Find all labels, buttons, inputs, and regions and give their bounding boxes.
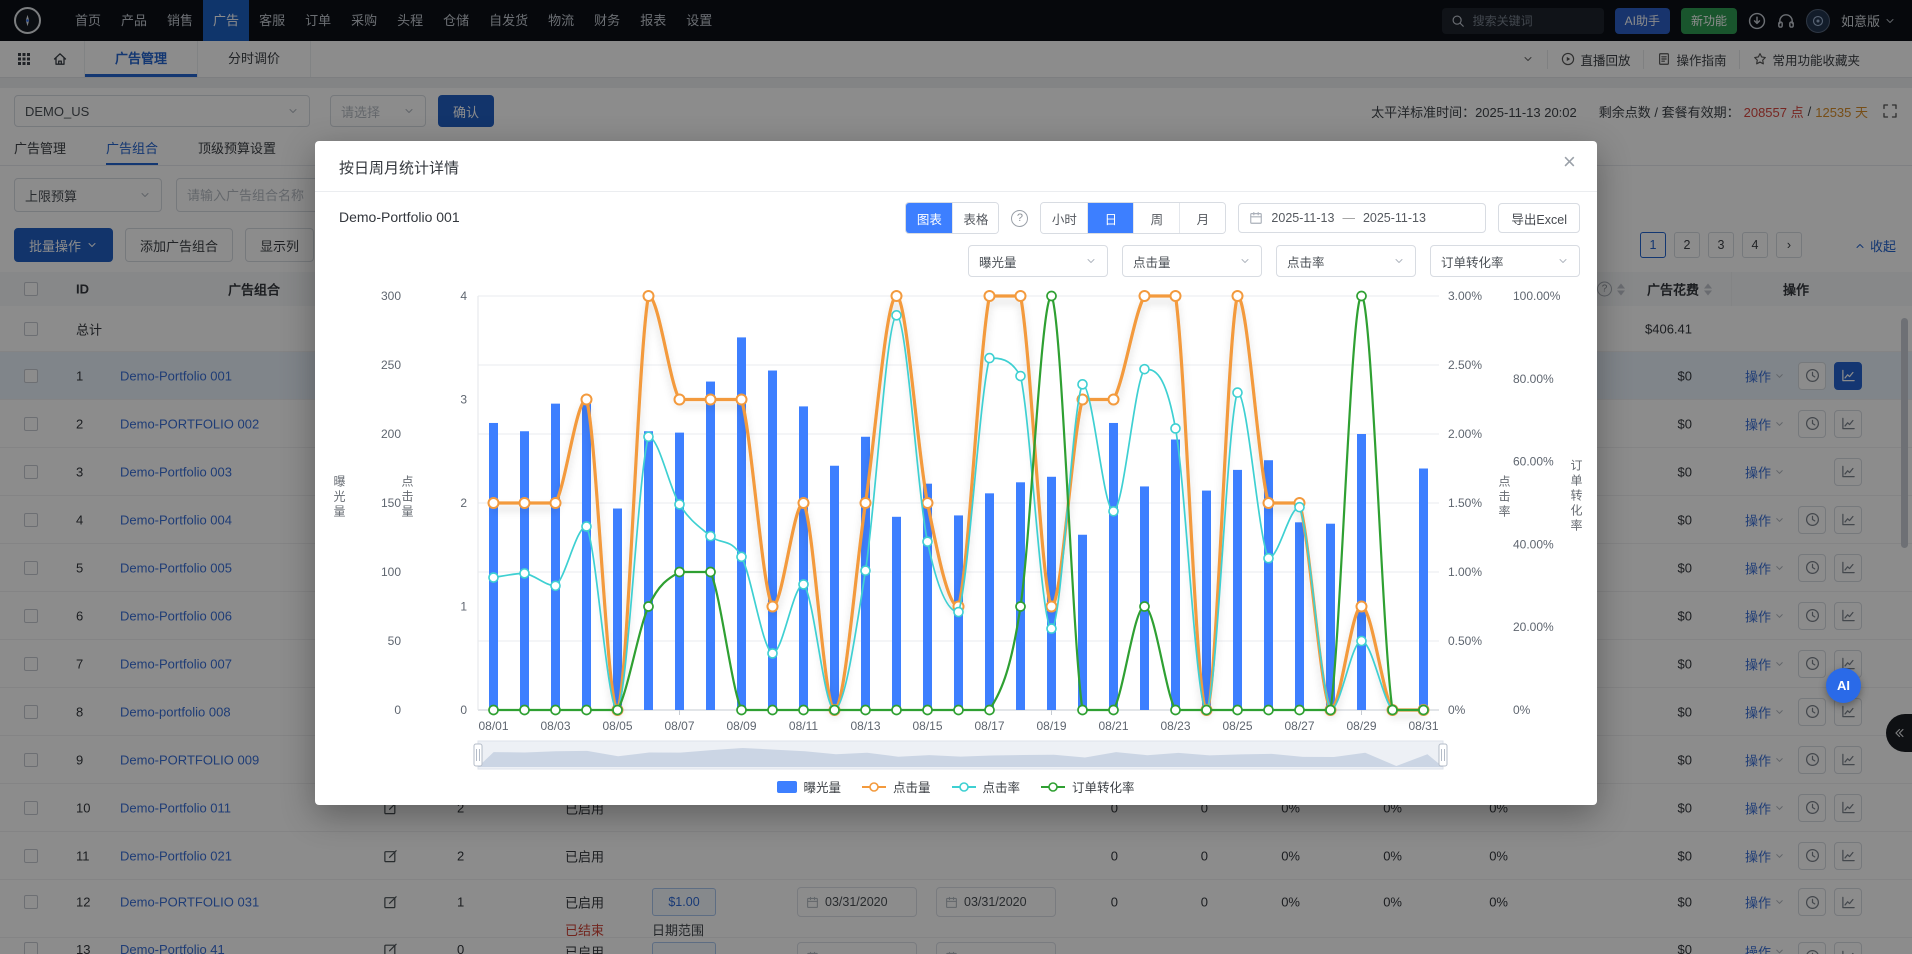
- legend-marker-line: [861, 780, 887, 794]
- legend-marker-line: [1040, 780, 1066, 794]
- svg-text:1.50%: 1.50%: [1448, 496, 1482, 510]
- svg-text:300: 300: [381, 289, 401, 303]
- svg-text:08/07: 08/07: [664, 719, 694, 733]
- legend-item[interactable]: 曝光量: [777, 777, 841, 796]
- axis-label-ctr: 点击率: [1496, 475, 1513, 520]
- stats-detail-modal: 按日周月统计详情 × Demo-Portfolio 001 图表表格 ? 小时日…: [315, 141, 1597, 805]
- svg-text:100: 100: [381, 565, 401, 579]
- svg-text:0%: 0%: [1513, 703, 1531, 717]
- svg-text:08/15: 08/15: [912, 719, 942, 733]
- svg-text:08/17: 08/17: [974, 719, 1004, 733]
- statistics-chart: 050100150200250300012340%0.50%1.00%1.50%…: [315, 141, 1597, 805]
- data-zoom-handle[interactable]: [1439, 744, 1447, 766]
- svg-text:08/31: 08/31: [1408, 719, 1438, 733]
- svg-text:4: 4: [460, 289, 467, 303]
- svg-text:0%: 0%: [1448, 703, 1466, 717]
- svg-text:1: 1: [460, 600, 467, 614]
- svg-text:08/09: 08/09: [726, 719, 756, 733]
- svg-text:3: 3: [460, 393, 467, 407]
- svg-text:08/11: 08/11: [789, 719, 818, 733]
- svg-text:40.00%: 40.00%: [1513, 537, 1554, 551]
- legend-item[interactable]: 订单转化率: [1040, 777, 1135, 796]
- axis-label-impressions: 曝光量: [331, 475, 348, 520]
- legend-label: 订单转化率: [1072, 777, 1135, 796]
- axis-label-clicks: 点击量: [399, 475, 416, 520]
- svg-text:0: 0: [460, 703, 467, 717]
- svg-text:08/01: 08/01: [478, 719, 508, 733]
- svg-text:0: 0: [394, 703, 401, 717]
- svg-text:08/05: 08/05: [602, 719, 632, 733]
- svg-text:100.00%: 100.00%: [1513, 289, 1561, 303]
- legend-label: 曝光量: [803, 777, 841, 796]
- svg-text:1.00%: 1.00%: [1448, 565, 1482, 579]
- data-zoom-handle[interactable]: [474, 744, 482, 766]
- svg-text:250: 250: [381, 358, 401, 372]
- svg-text:2: 2: [460, 496, 467, 510]
- svg-text:08/25: 08/25: [1222, 719, 1252, 733]
- svg-text:0.50%: 0.50%: [1448, 634, 1482, 648]
- svg-text:20.00%: 20.00%: [1513, 620, 1554, 634]
- svg-text:3.00%: 3.00%: [1448, 289, 1482, 303]
- svg-text:08/13: 08/13: [850, 719, 880, 733]
- svg-text:60.00%: 60.00%: [1513, 455, 1554, 469]
- svg-text:08/27: 08/27: [1284, 719, 1314, 733]
- axis-label-cvr: 订单转化率: [1568, 459, 1585, 534]
- svg-text:08/29: 08/29: [1346, 719, 1376, 733]
- app-window: 首页产品销售广告客服订单采购头程仓储自发货物流财务报表设置 AI助手 新功能 如…: [0, 0, 1912, 954]
- svg-text:08/23: 08/23: [1160, 719, 1190, 733]
- legend-label: 点击率: [983, 777, 1021, 796]
- legend-marker-line: [951, 780, 977, 794]
- legend-item[interactable]: 点击率: [951, 777, 1021, 796]
- svg-text:08/03: 08/03: [540, 719, 570, 733]
- legend-item[interactable]: 点击量: [861, 777, 931, 796]
- svg-text:50: 50: [388, 634, 402, 648]
- svg-text:2.00%: 2.00%: [1448, 427, 1482, 441]
- svg-text:80.00%: 80.00%: [1513, 372, 1554, 386]
- svg-text:08/19: 08/19: [1036, 719, 1066, 733]
- svg-text:200: 200: [381, 427, 401, 441]
- ai-fab-button[interactable]: AI: [1826, 668, 1861, 703]
- chart-legend: 曝光量 点击量 点击率 订单转化率: [315, 777, 1597, 796]
- svg-text:08/21: 08/21: [1098, 719, 1128, 733]
- svg-text:2.50%: 2.50%: [1448, 358, 1482, 372]
- data-zoom-slider[interactable]: [474, 741, 1447, 769]
- legend-marker-bar: [777, 781, 797, 793]
- legend-label: 点击量: [893, 777, 931, 796]
